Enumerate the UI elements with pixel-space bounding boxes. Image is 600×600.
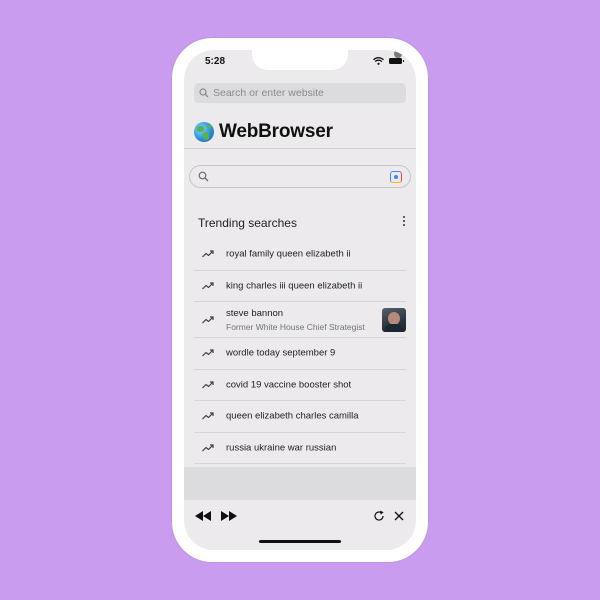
close-icon[interactable] <box>394 511 404 521</box>
trending-up-icon <box>202 412 214 420</box>
trend-subtitle: Former White House Chief Strategist <box>226 321 365 332</box>
trending-up-icon <box>202 315 214 323</box>
google-search-box[interactable] <box>189 165 411 188</box>
trend-item[interactable]: royal family queen elizabeth ii <box>194 239 406 271</box>
trending-up-icon <box>202 349 214 357</box>
trend-item[interactable]: russia ukraine war russian <box>194 433 406 464</box>
app-header: WebBrowser <box>194 121 333 143</box>
url-bar[interactable] <box>194 83 406 103</box>
search-icon <box>198 171 209 182</box>
battery-icon <box>389 58 404 64</box>
trending-list: royal family queen elizabeth ii king cha… <box>194 239 406 464</box>
app-title: WebBrowser <box>219 121 333 142</box>
trend-item[interactable]: steve bannon Former White House Chief St… <box>194 302 406 338</box>
globe-icon <box>194 122 214 142</box>
fast-forward-icon[interactable] <box>220 511 238 521</box>
status-icons <box>373 57 404 65</box>
header-divider <box>184 148 416 149</box>
phone-screen: 5:28 WebBrowser <box>184 50 416 550</box>
notch <box>252 50 402 70</box>
trend-label: king charles iii queen elizabeth ii <box>226 280 363 292</box>
google-lens-icon[interactable] <box>390 171 402 183</box>
more-vert-icon[interactable] <box>400 215 408 227</box>
status-time: 5:28 <box>205 56 226 67</box>
search-icon <box>199 88 209 98</box>
trend-thumbnail <box>382 307 406 332</box>
home-indicator[interactable] <box>259 540 341 543</box>
trend-item[interactable]: king charles iii queen elizabeth ii <box>194 271 406 302</box>
trending-up-icon <box>202 381 214 389</box>
trend-label: wordle today september 9 <box>226 347 336 359</box>
trending-header: Trending searches <box>198 216 297 230</box>
trend-item[interactable]: wordle today september 9 <box>194 338 406 370</box>
trend-item[interactable]: covid 19 vaccine booster shot <box>194 370 406 401</box>
trend-label: covid 19 vaccine booster shot <box>226 379 352 391</box>
reload-icon[interactable] <box>373 510 385 522</box>
bottom-gray-area <box>184 467 416 500</box>
rewind-icon[interactable] <box>194 511 212 521</box>
trending-up-icon <box>202 444 214 452</box>
trending-up-icon <box>202 282 214 290</box>
trend-label: russia ukraine war russian <box>226 442 337 454</box>
trend-label: queen elizabeth charles camilla <box>226 410 359 422</box>
url-input[interactable] <box>213 87 393 99</box>
trend-item[interactable]: queen elizabeth charles camilla <box>194 401 406 433</box>
trend-label-block: steve bannon Former White House Chief St… <box>226 308 365 332</box>
trending-up-icon <box>202 250 214 258</box>
trend-label: steve bannon <box>226 307 284 319</box>
trend-label: royal family queen elizabeth ii <box>226 248 351 260</box>
phone-frame: 5:28 WebBrowser <box>172 38 428 562</box>
wifi-icon <box>373 57 384 65</box>
